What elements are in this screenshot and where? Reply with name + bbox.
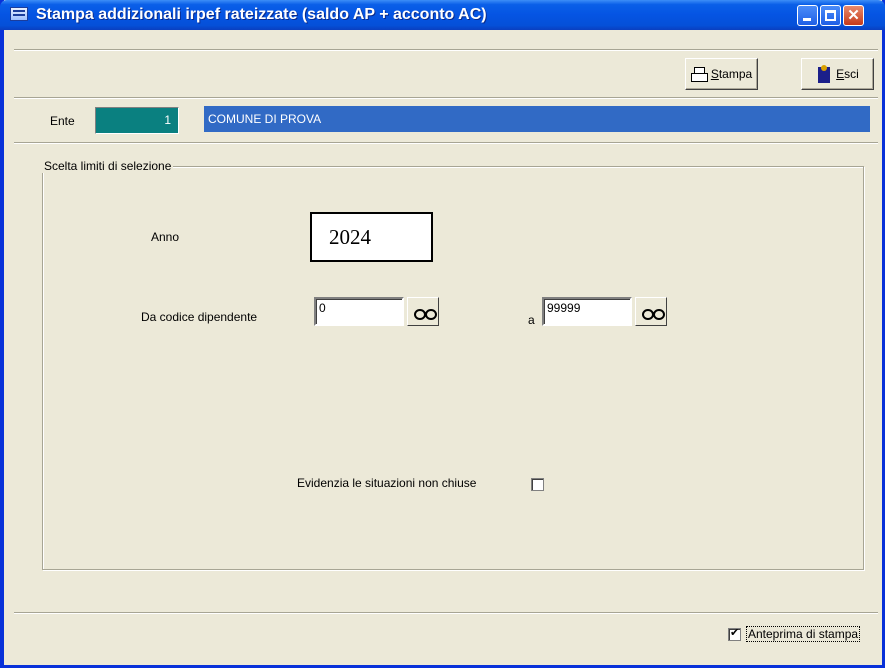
highlight-open-label: Evidenzia le situazioni non chiuse [297,476,477,490]
preview-label[interactable]: Anteprima di stampa [746,626,861,642]
toolbar-divider-bottom [14,97,878,99]
to-code-lookup-button[interactable] [635,297,667,326]
print-mnemonic: S [710,67,719,81]
anno-input[interactable]: 2024 [310,212,433,262]
selection-group-title: Scelta limiti di selezione [42,159,174,173]
anno-label: Anno [151,230,180,244]
from-code-label: Da codice dipendente [141,310,258,324]
print-label: Stampa [711,67,752,81]
ente-divider [14,142,878,144]
glasses-icon [413,307,437,320]
printer-icon [690,67,708,82]
app-window: Stampa addizionali irpef rateizzate (sal… [0,0,885,668]
close-icon: ✕ [847,7,860,24]
exit-label-rest: sci [844,67,859,81]
minimize-icon [803,18,811,21]
title-bar[interactable]: Stampa addizionali irpef rateizzate (sal… [0,0,885,30]
preview-checkbox[interactable] [728,626,741,641]
minimize-button[interactable] [797,5,818,26]
exit-label: Esci [836,67,859,81]
exit-mnemonic: E [836,67,845,81]
status-divider [14,612,878,614]
toolbar-divider-top [14,49,878,51]
to-code-input[interactable]: 99999 [542,297,632,326]
print-button[interactable]: Stampa [685,58,758,90]
close-button[interactable]: ✕ [843,5,864,26]
selection-groupbox [42,166,864,570]
app-icon[interactable] [10,7,28,21]
highlight-open-checkbox[interactable] [531,478,544,491]
from-code-input[interactable]: 0 [314,297,404,326]
ente-label: Ente [50,114,75,128]
window-title: Stampa addizionali irpef rateizzate (sal… [36,6,487,23]
print-label-rest: tampa [718,67,753,81]
exit-door-icon [816,65,832,83]
ente-row: Ente 1 COMUNE DI PROVA [14,104,878,140]
to-code-label: a [528,313,535,327]
maximize-button[interactable] [820,5,841,26]
ente-code-field[interactable]: 1 [95,107,179,134]
from-code-lookup-button[interactable] [407,297,439,326]
glasses-icon [641,307,665,320]
maximize-icon [825,10,836,21]
ente-name-field: COMUNE DI PROVA [204,106,870,132]
exit-button[interactable]: Esci [801,58,874,90]
